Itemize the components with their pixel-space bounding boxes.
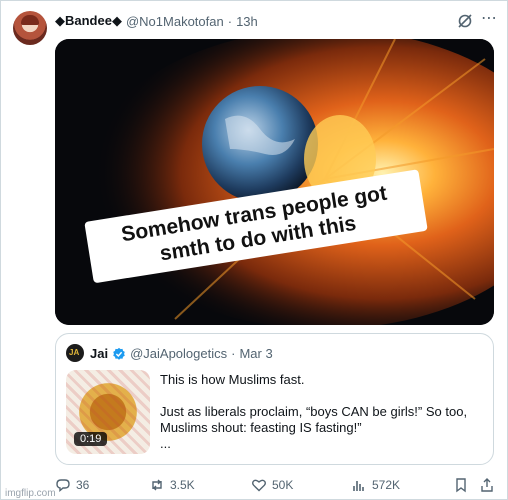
grok-icon[interactable] <box>457 13 473 29</box>
quoted-text: This is how Muslims fast. Just as libera… <box>160 372 486 452</box>
like-icon <box>252 479 266 492</box>
views-button[interactable]: 572K <box>351 476 400 494</box>
repost-count: 3.5K <box>170 478 195 492</box>
avatar[interactable] <box>13 11 47 45</box>
quoted-avatar[interactable] <box>66 344 84 362</box>
quoted-tweet[interactable]: Jai @JaiApologetics · Mar 3 0:19 This is… <box>55 333 494 465</box>
user-handle[interactable]: @No1Makotofan <box>126 14 224 29</box>
views-icon <box>353 481 364 491</box>
reply-count: 36 <box>76 478 90 492</box>
quoted-text-line-2: Just as liberals proclaim, “boys CAN be … <box>160 404 468 435</box>
quoted-header: Jai @JaiApologetics · Mar 3 <box>90 346 273 361</box>
quoted-separator: · <box>231 346 236 361</box>
repost-button[interactable]: 3.5K <box>149 476 195 494</box>
bookmark-icon <box>456 478 466 493</box>
separator: · <box>227 13 233 29</box>
views-count: 572K <box>372 478 401 492</box>
verified-icon <box>113 347 125 360</box>
action-bar: 36 3.5K 50K 572K <box>55 476 495 494</box>
quoted-text-more: ... <box>160 436 171 451</box>
reply-icon <box>56 479 70 492</box>
reply-button[interactable]: 36 <box>55 476 89 494</box>
explosion-image <box>55 39 494 325</box>
repost-icon <box>152 479 162 491</box>
display-name[interactable]: ◆Bandee◆ <box>55 13 122 29</box>
quoted-display-name[interactable]: Jai <box>90 346 108 361</box>
bookmark-button[interactable] <box>453 476 469 494</box>
post-header: ◆Bandee◆ @No1Makotofan · 13h <box>55 13 258 29</box>
post-timestamp[interactable]: 13h <box>236 14 258 29</box>
share-icon <box>481 478 493 492</box>
quoted-text-line-1: This is how Muslims fast. <box>160 372 305 387</box>
like-button[interactable]: 50K <box>251 476 293 494</box>
tweet-card[interactable]: ◆Bandee◆ @No1Makotofan · 13h ⋯ Somehow t… <box>0 0 508 500</box>
quoted-date[interactable]: Mar 3 <box>239 346 272 361</box>
quoted-handle[interactable]: @JaiApologetics <box>130 346 227 361</box>
imgflip-watermark: imgflip.com <box>5 488 56 499</box>
video-duration-badge: 0:19 <box>74 432 108 446</box>
share-button[interactable] <box>479 476 495 494</box>
like-count: 50K <box>272 478 294 492</box>
post-media-image[interactable]: Somehow trans people got smth to do with… <box>55 39 494 325</box>
more-icon[interactable]: ⋯ <box>481 11 497 27</box>
quoted-video-thumbnail[interactable]: 0:19 <box>66 370 150 454</box>
